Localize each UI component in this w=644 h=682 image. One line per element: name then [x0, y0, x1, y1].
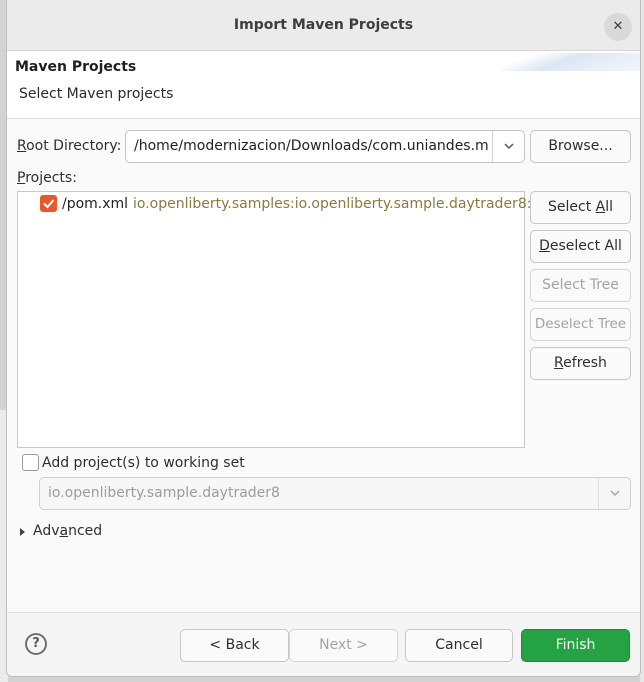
- working-set-value: io.openliberty.sample.daytrader8: [48, 485, 280, 501]
- page-description: Select Maven projects: [19, 86, 174, 102]
- root-directory-input[interactable]: /home/modernizacion/Downloads/com.uniand…: [134, 138, 490, 154]
- projects-label: Projects:: [17, 170, 77, 186]
- root-directory-dropdown-toggle[interactable]: [492, 131, 524, 162]
- root-directory-label-text: oot Directory:: [26, 138, 122, 154]
- working-set-dropdown-toggle[interactable]: [598, 478, 630, 509]
- root-directory-label: Root Directory:: [17, 138, 121, 154]
- select-all-label-start: Select: [548, 199, 596, 215]
- finish-button[interactable]: Finish: [521, 629, 630, 662]
- cancel-button[interactable]: Cancel: [405, 629, 513, 662]
- refresh-label-end: efresh: [563, 355, 607, 371]
- help-button[interactable]: ?: [25, 633, 47, 655]
- root-directory-mnemonic: R: [17, 138, 27, 154]
- working-set-label: Add project(s) to working set: [42, 455, 245, 471]
- checkmark-icon: [43, 199, 55, 209]
- next-button[interactable]: Next >: [289, 629, 398, 662]
- browse-button[interactable]: Browse...: [530, 130, 631, 163]
- title-bar: Import Maven Projects ✕: [7, 0, 640, 51]
- advanced-label: Advanced: [33, 523, 102, 539]
- dialog-title: Import Maven Projects: [233, 17, 414, 33]
- import-maven-projects-dialog: Import Maven Projects ✕ Maven Projects S…: [6, 0, 641, 677]
- deselect-tree-button[interactable]: Deselect Tree: [530, 308, 631, 341]
- project-row[interactable]: /pom.xml io.openliberty.samples:io.openl…: [18, 192, 531, 216]
- projects-mnemonic: P: [17, 170, 26, 186]
- advanced-label-end: nced: [68, 523, 103, 539]
- deselect-all-mnemonic: D: [539, 238, 550, 254]
- back-button[interactable]: < Back: [180, 629, 289, 662]
- refresh-button[interactable]: Refresh: [530, 347, 631, 380]
- deselect-all-label-end: eselect All: [549, 238, 622, 254]
- triangle-right-icon: [20, 528, 25, 536]
- refresh-mnemonic: R: [554, 355, 564, 371]
- root-directory-combo[interactable]: /home/modernizacion/Downloads/com.uniand…: [125, 130, 525, 163]
- select-all-label-end: ll: [605, 199, 613, 215]
- select-tree-button[interactable]: Select Tree: [530, 269, 631, 302]
- chevron-down-icon: [503, 143, 514, 150]
- advanced-expander[interactable]: Advanced: [19, 522, 129, 542]
- banner-decoration: [500, 53, 640, 71]
- close-icon: ✕: [612, 19, 624, 34]
- project-artifact-id: io.openliberty.samples:io.openliberty.sa…: [133, 196, 532, 212]
- advanced-label-start: Adv: [33, 523, 60, 539]
- projects-label-text: rojects:: [25, 170, 77, 186]
- page-title: Maven Projects: [15, 59, 137, 75]
- close-button[interactable]: ✕: [604, 13, 632, 41]
- select-all-button[interactable]: Select All: [530, 191, 631, 224]
- project-checkbox[interactable]: [40, 195, 57, 212]
- chevron-down-icon: [609, 490, 620, 497]
- select-all-mnemonic: A: [595, 199, 606, 215]
- advanced-mnemonic: a: [59, 523, 69, 539]
- projects-tree[interactable]: /pom.xml io.openliberty.samples:io.openl…: [17, 191, 531, 448]
- wizard-banner: Maven Projects Select Maven projects: [7, 51, 640, 119]
- working-set-checkbox[interactable]: [22, 454, 39, 471]
- deselect-all-button[interactable]: Deselect All: [530, 230, 631, 263]
- project-name: /pom.xml: [62, 196, 129, 212]
- help-icon: ?: [32, 636, 40, 651]
- working-set-combo[interactable]: io.openliberty.sample.daytrader8: [39, 477, 631, 510]
- dialog-footer: ? < Back Next > Cancel Finish: [7, 612, 640, 676]
